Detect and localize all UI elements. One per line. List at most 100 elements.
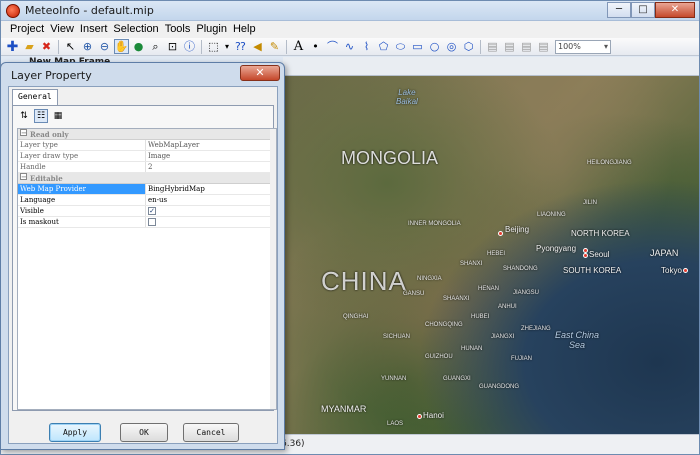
map-label-guizhou: GUIZHOU bbox=[425, 354, 453, 360]
property-row-is-maskout[interactable]: Is maskout bbox=[18, 217, 276, 228]
property-row-visible[interactable]: Visible ✓ bbox=[18, 206, 276, 217]
map-label-fujian: FUJIAN bbox=[511, 356, 532, 362]
property-name: Handle bbox=[18, 162, 146, 172]
map-label-ningxia: NINGXIA bbox=[417, 276, 442, 282]
pan-icon[interactable]: ✋ bbox=[114, 39, 129, 54]
menu-selection[interactable]: Selection bbox=[110, 21, 161, 38]
map-label-chongqing: CHONGQING bbox=[425, 322, 463, 328]
layout-icon-3[interactable]: ▤ bbox=[519, 39, 534, 54]
layout-icon-2[interactable]: ▤ bbox=[502, 39, 517, 54]
visible-checkbox[interactable]: ✓ bbox=[148, 207, 156, 215]
layout-icon-4[interactable]: ▤ bbox=[536, 39, 551, 54]
dialog-close-button[interactable]: ✕ bbox=[240, 65, 280, 81]
map-label-guangdong: GUANGDONG bbox=[479, 384, 520, 390]
map-label-shaanxi: SHAANXI bbox=[443, 296, 470, 302]
property-pages-icon[interactable]: ▦ bbox=[51, 109, 65, 123]
map-label-qinghai: QINGHAI bbox=[343, 314, 369, 320]
map-label-tokyo: Tokyo bbox=[661, 266, 682, 275]
ellipse-icon[interactable]: ◎ bbox=[444, 39, 459, 54]
map-label-china: CHINA bbox=[321, 266, 407, 296]
open-folder-icon[interactable]: ▰ bbox=[22, 39, 37, 54]
map-label-shanxi: SHANXI bbox=[460, 261, 483, 267]
toolbar: ✚ ▰ ✖ ↖ ⊕ ⊖ ✋ ● ⌕ ⊡ ⓘ ⬚ ▾ ⁇ ◀ ✎ A • ⌒ ∿ … bbox=[1, 38, 699, 56]
minimize-button[interactable]: ─ bbox=[607, 2, 631, 18]
map-label-yunnan: YUNNAN bbox=[381, 376, 407, 382]
map-label-east-china-sea: East China Sea bbox=[555, 330, 600, 350]
menu-plugin[interactable]: Plugin bbox=[193, 21, 230, 38]
rectangle-icon[interactable]: ▭ bbox=[410, 39, 425, 54]
property-row-web-map-provider[interactable]: Web Map Provider BingHybridMap bbox=[18, 184, 276, 195]
remove-layer-icon[interactable]: ✖ bbox=[39, 39, 54, 54]
label-icon[interactable]: ◀ bbox=[250, 39, 265, 54]
web-map-provider-value[interactable]: BingHybridMap bbox=[146, 184, 276, 194]
map-label-mongolia: MONGOLIA bbox=[341, 148, 439, 168]
zoom-layer-icon[interactable]: ⌕ bbox=[148, 39, 163, 54]
window-title: MeteoInfo - default.mip bbox=[25, 4, 154, 17]
category-editable[interactable]: − Editable bbox=[18, 173, 276, 184]
map-label-jiangxi: JIANGXI bbox=[491, 334, 515, 340]
category-read-only[interactable]: − Read only bbox=[18, 129, 276, 140]
property-name: Language bbox=[18, 195, 146, 205]
map-label-laos: LAOS bbox=[387, 421, 404, 427]
property-row-language[interactable]: Language en-us bbox=[18, 195, 276, 206]
apply-button[interactable]: Apply bbox=[49, 423, 101, 442]
identify-icon[interactable]: ⓘ bbox=[182, 39, 197, 54]
property-name: Web Map Provider bbox=[18, 184, 146, 194]
polyline-icon[interactable]: ⌒ bbox=[325, 39, 340, 54]
zoom-undo-icon[interactable]: ⊡ bbox=[165, 39, 180, 54]
menu-insert[interactable]: Insert bbox=[77, 21, 111, 38]
select-rect-icon[interactable]: ⬚ bbox=[206, 39, 221, 54]
freehand-polygon-icon[interactable]: ⬡ bbox=[461, 39, 476, 54]
property-row[interactable]: Layer draw type Image bbox=[18, 151, 276, 162]
is-maskout-checkbox[interactable] bbox=[148, 218, 156, 226]
full-extent-icon[interactable]: ● bbox=[131, 39, 146, 54]
measure-icon[interactable]: ⁇ bbox=[233, 39, 248, 54]
chevron-down-icon[interactable]: ▾ bbox=[223, 39, 231, 54]
property-name: Visible bbox=[18, 206, 146, 216]
map-label-shandong: SHANDONG bbox=[503, 266, 538, 272]
menu-help[interactable]: Help bbox=[230, 21, 259, 38]
menu-tools[interactable]: Tools bbox=[162, 21, 194, 38]
property-name: Is maskout bbox=[18, 217, 146, 227]
map-label-gansu: GANSU bbox=[403, 291, 425, 297]
property-row[interactable]: Handle 2 bbox=[18, 162, 276, 173]
collapse-icon[interactable]: − bbox=[20, 173, 27, 180]
curve-polygon-icon[interactable]: ⬭ bbox=[393, 39, 408, 54]
language-value[interactable]: en-us bbox=[146, 195, 276, 205]
cancel-button[interactable]: Cancel bbox=[183, 423, 239, 442]
freehand-icon[interactable]: ∿ bbox=[342, 39, 357, 54]
tab-general[interactable]: General bbox=[12, 89, 58, 106]
sort-alphabetical-icon[interactable]: ⇅ bbox=[17, 109, 31, 123]
property-value: 2 bbox=[148, 163, 153, 171]
curve-icon[interactable]: ⌇ bbox=[359, 39, 374, 54]
property-row[interactable]: Layer type WebMapLayer bbox=[18, 140, 276, 151]
menu-project[interactable]: Project bbox=[7, 21, 47, 38]
circle-icon[interactable]: ○ bbox=[427, 39, 442, 54]
add-layer-icon[interactable]: ✚ bbox=[5, 39, 20, 54]
property-value: WebMapLayer bbox=[148, 141, 200, 149]
map-label-myanmar: MYANMAR bbox=[321, 404, 367, 414]
zoom-out-icon[interactable]: ⊖ bbox=[97, 39, 112, 54]
point-icon[interactable]: • bbox=[308, 39, 323, 54]
maximize-button[interactable]: □ bbox=[631, 2, 655, 18]
collapse-icon[interactable]: − bbox=[20, 129, 27, 136]
property-grid-scrollbar[interactable] bbox=[270, 129, 276, 409]
categorized-view-icon[interactable]: ☷ bbox=[34, 109, 48, 123]
zoom-level-select[interactable]: 100% bbox=[555, 39, 611, 54]
menu-view[interactable]: View bbox=[47, 21, 77, 38]
map-tab-strip bbox=[283, 57, 699, 76]
map-label-inner-mongolia: INNER MONGOLIA bbox=[408, 221, 461, 227]
zoom-in-icon[interactable]: ⊕ bbox=[80, 39, 95, 54]
select-icon[interactable]: ↖ bbox=[63, 39, 78, 54]
property-grid: − Read only Layer type WebMapLayer Layer … bbox=[17, 128, 277, 410]
close-button[interactable]: ✕ bbox=[655, 2, 695, 18]
app-icon bbox=[6, 4, 20, 18]
map-view[interactable]: Lake Baikal MONGOLIA CHINA MYANMAR JAPAN … bbox=[283, 76, 699, 434]
text-icon[interactable]: A bbox=[291, 39, 306, 54]
map-label-hubei: HUBEI bbox=[471, 314, 490, 320]
edit-icon[interactable]: ✎ bbox=[267, 39, 282, 54]
layout-icon-1[interactable]: ▤ bbox=[485, 39, 500, 54]
polygon-icon[interactable]: ⬠ bbox=[376, 39, 391, 54]
ok-button[interactable]: OK bbox=[120, 423, 168, 442]
map-label-hunan: HUNAN bbox=[461, 346, 483, 352]
